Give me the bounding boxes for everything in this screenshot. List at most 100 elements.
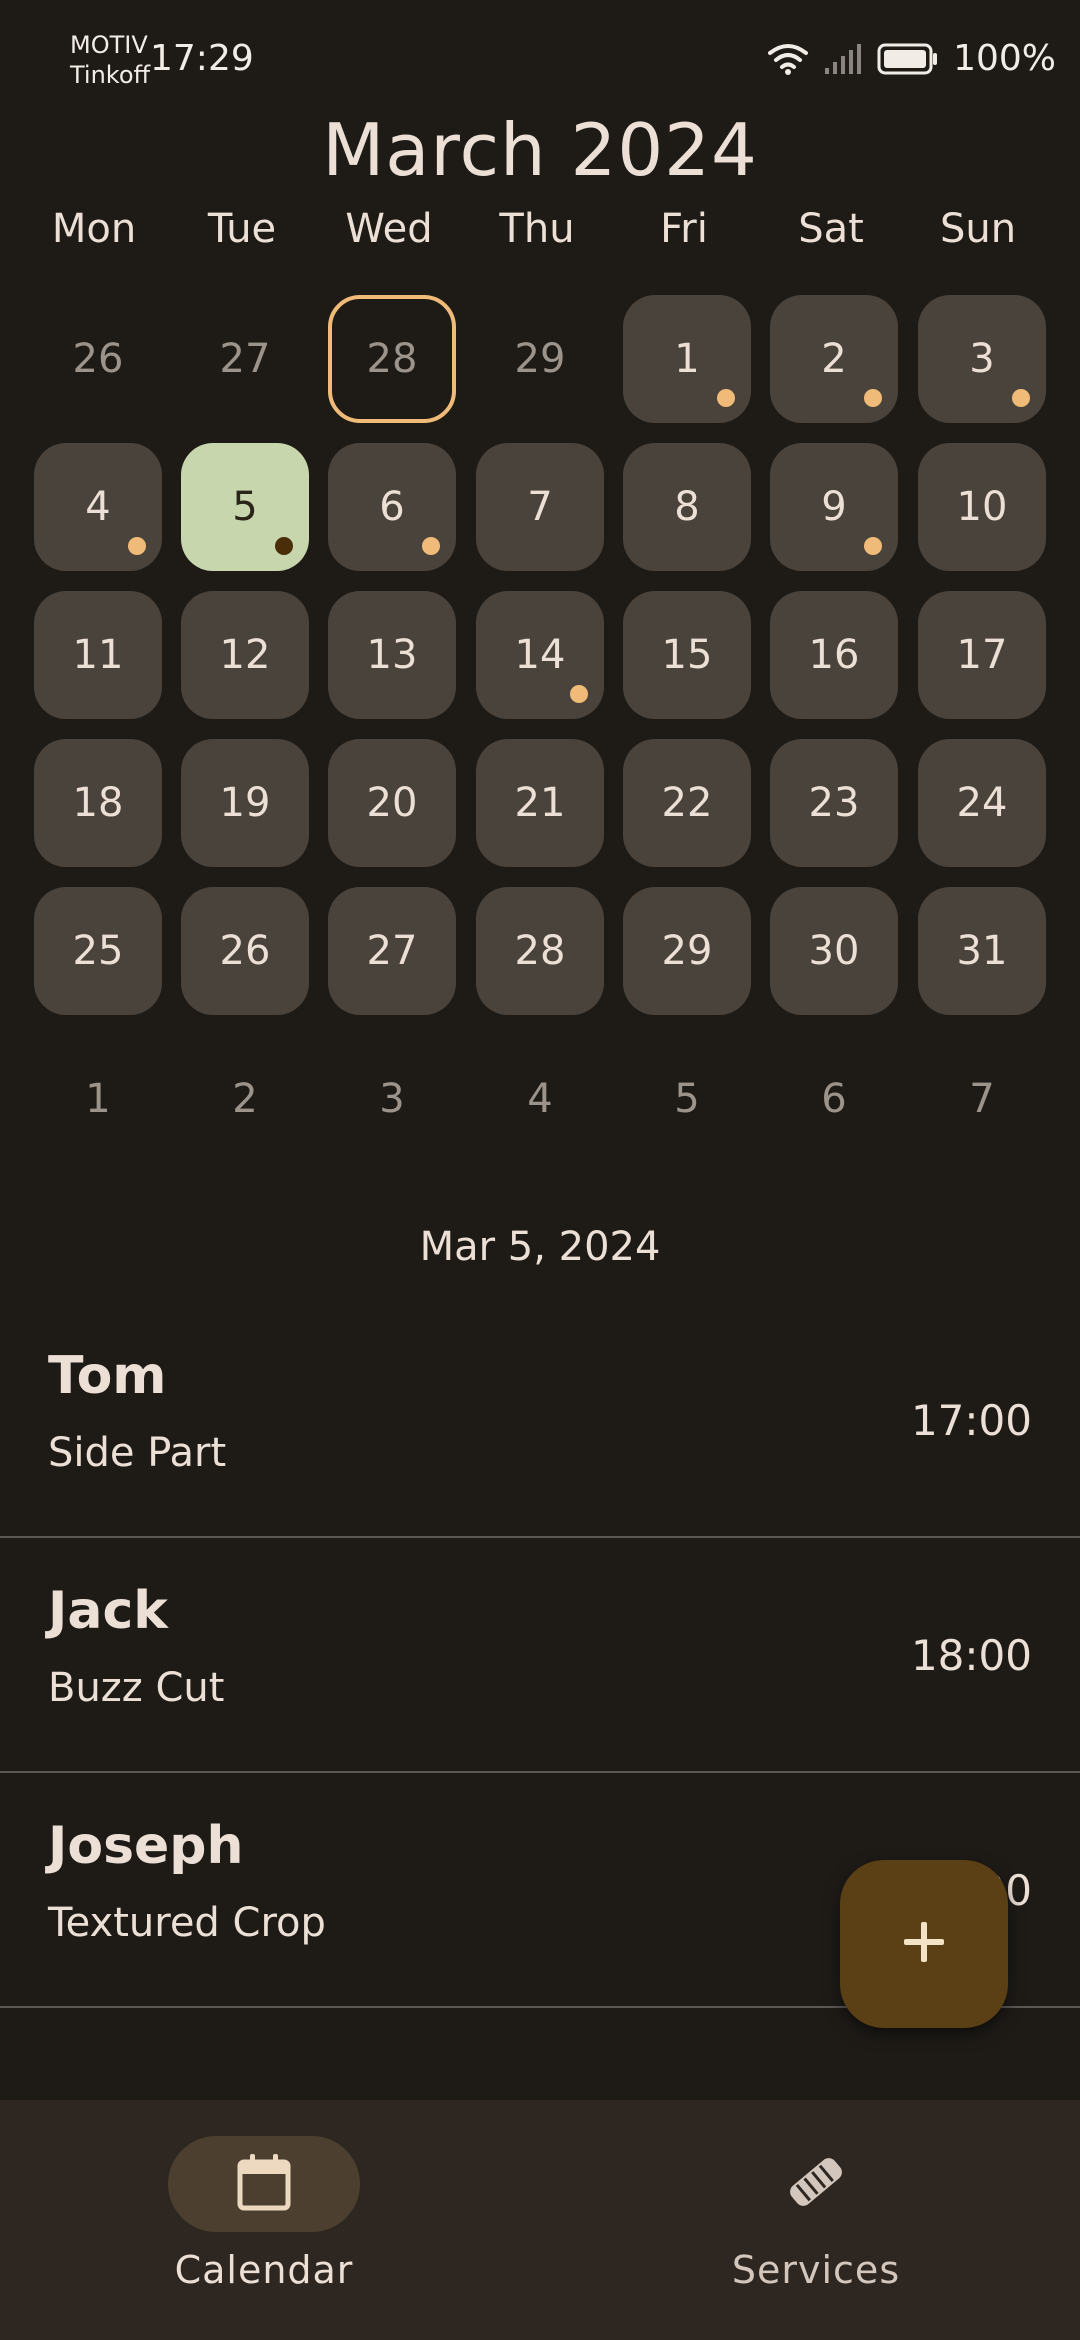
- event-dot: [864, 389, 882, 407]
- calendar-day-12[interactable]: 9: [770, 443, 898, 571]
- calendar-day-22[interactable]: 19: [181, 739, 309, 867]
- weekday-label: Thu: [499, 206, 575, 252]
- calendar-day-29[interactable]: 26: [181, 887, 309, 1015]
- day-number: 1: [85, 1076, 111, 1122]
- calendar-day-35[interactable]: 1: [34, 1035, 162, 1163]
- calendar-day-31[interactable]: 28: [476, 887, 604, 1015]
- calendar-day-19[interactable]: 16: [770, 591, 898, 719]
- calendar-day-38[interactable]: 4: [476, 1035, 604, 1163]
- calendar-day-24[interactable]: 21: [476, 739, 604, 867]
- calendar-day-37[interactable]: 3: [328, 1035, 456, 1163]
- event-dot: [128, 537, 146, 555]
- carrier-name: MOTIV Tinkoff: [70, 30, 150, 90]
- calendar-day-3[interactable]: 29: [476, 295, 604, 423]
- calendar-day-36[interactable]: 2: [181, 1035, 309, 1163]
- appointment-item[interactable]: Tom Side Part 17:00: [0, 1304, 1080, 1538]
- calendar-day-15[interactable]: 12: [181, 591, 309, 719]
- status-bar: MOTIV Tinkoff 17:29 100%: [0, 0, 1080, 120]
- calendar-day-2[interactable]: 28: [328, 295, 456, 423]
- event-dot: [275, 537, 293, 555]
- day-number: 27: [219, 336, 271, 382]
- carrier-line2: Tinkoff: [70, 61, 151, 89]
- calendar-day-6[interactable]: 3: [918, 295, 1046, 423]
- calendar-day-20[interactable]: 17: [918, 591, 1046, 719]
- calendar-day-23[interactable]: 20: [328, 739, 456, 867]
- calendar-day-9[interactable]: 6: [328, 443, 456, 571]
- day-number: 26: [219, 928, 271, 974]
- calendar-day-32[interactable]: 29: [623, 887, 751, 1015]
- calendar-icon: [232, 2150, 296, 2218]
- calendar-day-28[interactable]: 25: [34, 887, 162, 1015]
- day-number: 30: [808, 928, 860, 974]
- day-number: 25: [72, 928, 124, 974]
- calendar-day-10[interactable]: 7: [476, 443, 604, 571]
- calendar-day-11[interactable]: 8: [623, 443, 751, 571]
- calendar-day-40[interactable]: 6: [770, 1035, 898, 1163]
- calendar-day-4[interactable]: 1: [623, 295, 751, 423]
- day-number: 8: [674, 484, 700, 530]
- day-number: 28: [514, 928, 566, 974]
- calendar-day-25[interactable]: 22: [623, 739, 751, 867]
- calendar-day-41[interactable]: 7: [918, 1035, 1046, 1163]
- calendar-day-13[interactable]: 10: [918, 443, 1046, 571]
- event-dot: [864, 537, 882, 555]
- weekday-label: Wed: [345, 206, 433, 252]
- day-number: 16: [808, 632, 860, 678]
- handshake-icon: [784, 2150, 848, 2218]
- calendar-day-5[interactable]: 2: [770, 295, 898, 423]
- day-number: 9: [821, 484, 847, 530]
- day-number: 5: [232, 484, 258, 530]
- day-number: 27: [366, 928, 418, 974]
- calendar-day-17[interactable]: 14: [476, 591, 604, 719]
- day-number: 6: [821, 1076, 847, 1122]
- day-number: 22: [661, 780, 713, 826]
- calendar-day-34[interactable]: 31: [918, 887, 1046, 1015]
- day-number: 14: [514, 632, 566, 678]
- day-number: 15: [661, 632, 713, 678]
- day-number: 7: [969, 1076, 995, 1122]
- calendar-day-33[interactable]: 30: [770, 887, 898, 1015]
- day-number: 20: [366, 780, 418, 826]
- calendar-day-30[interactable]: 27: [328, 887, 456, 1015]
- calendar-day-14[interactable]: 11: [34, 591, 162, 719]
- service-name: Textured Crop: [48, 1900, 326, 1946]
- service-name: Buzz Cut: [48, 1665, 225, 1711]
- calendar-day-1[interactable]: 27: [181, 295, 309, 423]
- day-number: 18: [72, 780, 124, 826]
- day-number: 19: [219, 780, 271, 826]
- appointment-time: 17:00: [910, 1396, 1032, 1445]
- day-number: 29: [514, 336, 566, 382]
- day-number: 28: [366, 336, 418, 382]
- weekday-label: Mon: [51, 206, 137, 252]
- nav-icon-container: [720, 2136, 912, 2232]
- appointment-item[interactable]: Jack Buzz Cut 18:00: [0, 1539, 1080, 1773]
- carrier-line1: MOTIV: [70, 31, 148, 59]
- plus-icon: [900, 1918, 948, 1970]
- calendar-day-21[interactable]: 18: [34, 739, 162, 867]
- nav-item-calendar[interactable]: Calendar: [0, 2100, 540, 2340]
- battery-icon: [877, 43, 939, 75]
- calendar-day-0[interactable]: 26: [34, 295, 162, 423]
- calendar-day-27[interactable]: 24: [918, 739, 1046, 867]
- day-number: 23: [808, 780, 860, 826]
- calendar-day-16[interactable]: 13: [328, 591, 456, 719]
- battery-percent: 100%: [953, 38, 1056, 79]
- service-name: Side Part: [48, 1430, 227, 1476]
- calendar-day-39[interactable]: 5: [623, 1035, 751, 1163]
- day-number: 31: [956, 928, 1008, 974]
- event-dot: [717, 389, 735, 407]
- day-number: 13: [366, 632, 418, 678]
- calendar-day-7[interactable]: 4: [34, 443, 162, 571]
- day-number: 2: [821, 336, 847, 382]
- calendar-day-18[interactable]: 15: [623, 591, 751, 719]
- calendar-day-26[interactable]: 23: [770, 739, 898, 867]
- day-number: 1: [674, 336, 700, 382]
- event-dot: [570, 685, 588, 703]
- day-number: 12: [219, 632, 271, 678]
- day-number: 3: [379, 1076, 405, 1122]
- day-number: 7: [527, 484, 553, 530]
- nav-label-calendar: Calendar: [174, 2248, 354, 2292]
- nav-item-services[interactable]: Services: [552, 2100, 1080, 2340]
- add-appointment-button[interactable]: [840, 1860, 1008, 2028]
- calendar-day-8[interactable]: 5: [181, 443, 309, 571]
